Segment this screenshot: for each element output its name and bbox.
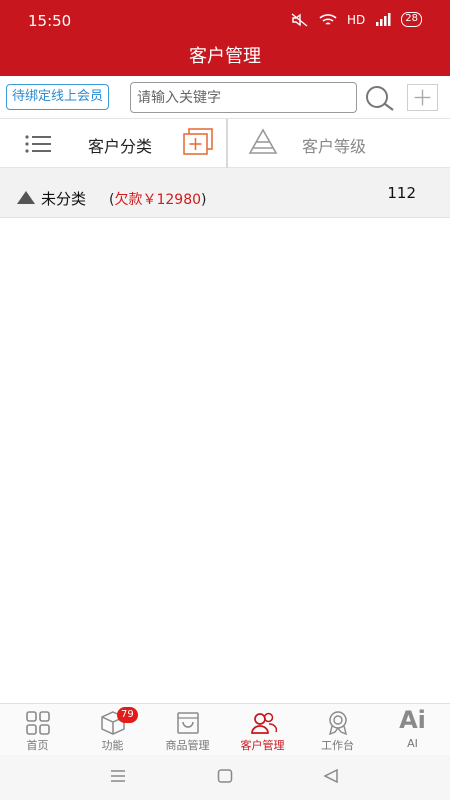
nav-item-ai[interactable]: Ai AI [375, 704, 450, 756]
nav-item-home[interactable]: 首页 [0, 704, 75, 756]
nav-item-customers[interactable]: 客户管理 [225, 704, 300, 756]
nav-label-customers: 客户管理 [240, 739, 285, 752]
nav-label-functions: 功能 [101, 739, 124, 752]
wifi-icon [319, 13, 337, 25]
award-icon [329, 711, 347, 735]
debt-amount: 欠款￥12980 [114, 192, 202, 208]
nav-label-home: 首页 [26, 739, 49, 752]
functions-badge: 79 [117, 707, 138, 723]
network-type: HD [347, 12, 366, 27]
category-customer-count: 112 [387, 184, 416, 202]
signal-icon [376, 12, 391, 26]
bottom-navigation: 首页 79 功能 商品管理 客户管理 工作台 Ai AI [0, 703, 450, 755]
tab-customer-category[interactable]: 客户分类 [88, 133, 152, 157]
nav-label-products: 商品管理 [165, 739, 210, 752]
keyword-search-input[interactable] [130, 82, 357, 113]
list-icon[interactable] [24, 133, 52, 155]
customer-management-screen: 15:50 HD 28 客户管理 待绑定线上会员 客户分类 客户等级 未分类 (… [0, 0, 450, 800]
collapse-triangle-icon[interactable] [17, 191, 35, 204]
search-icon[interactable] [363, 84, 395, 112]
add-category-icon[interactable] [182, 127, 214, 157]
app-header: 15:50 HD 28 客户管理 [0, 0, 450, 76]
nav-label-ai: AI [407, 737, 418, 750]
mute-icon [291, 12, 308, 27]
nav-item-functions[interactable]: 79 功能 [75, 704, 150, 756]
menu-icon[interactable] [110, 769, 126, 783]
battery-indicator: 28 [401, 12, 422, 27]
category-name: 未分类 [41, 190, 87, 208]
nav-item-workbench[interactable]: 工作台 [300, 704, 375, 756]
classification-tabs: 客户分类 客户等级 [0, 118, 450, 168]
tab-divider [226, 119, 228, 168]
category-row[interactable]: 未分类 (欠款￥12980) 112 [0, 168, 450, 218]
ai-icon: Ai [399, 706, 426, 734]
pending-bind-members-button[interactable]: 待绑定线上会员 [6, 84, 110, 110]
status-icons: HD 28 [291, 12, 422, 27]
add-customer-icon[interactable] [407, 84, 438, 111]
pyramid-level-icon[interactable] [248, 128, 278, 156]
users-icon [251, 712, 277, 734]
back-triangle-icon[interactable] [323, 769, 339, 783]
search-row: 待绑定线上会员 [0, 76, 450, 118]
category-debt: (欠款￥12980) [109, 189, 206, 209]
debt-close-paren: ) [201, 192, 207, 208]
nav-label-workbench: 工作台 [321, 739, 354, 752]
page-title: 客户管理 [189, 46, 261, 67]
status-time: 15:50 [28, 12, 72, 30]
nav-item-products[interactable]: 商品管理 [150, 704, 225, 756]
home-square-icon[interactable] [217, 769, 233, 783]
shopping-bag-icon [177, 712, 199, 734]
tab-customer-level[interactable]: 客户等级 [302, 133, 366, 157]
home-grid-icon [26, 711, 50, 735]
system-navigation-bar [0, 755, 450, 800]
